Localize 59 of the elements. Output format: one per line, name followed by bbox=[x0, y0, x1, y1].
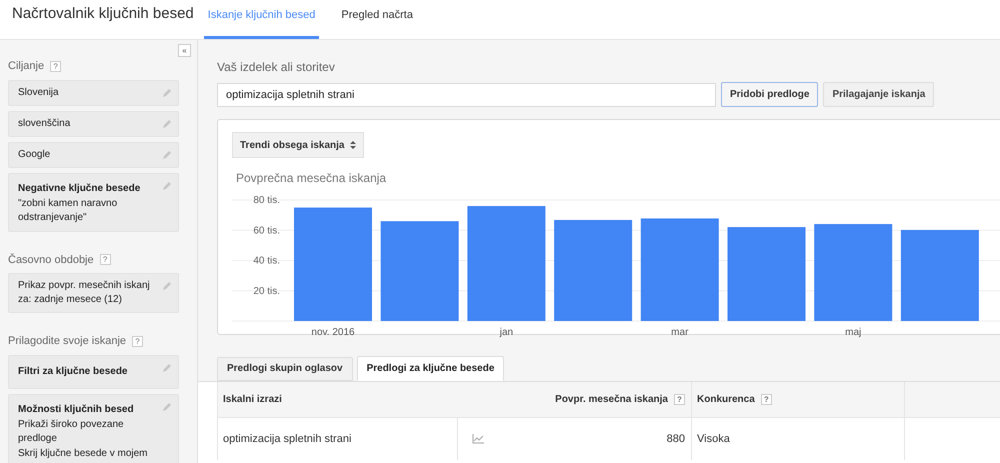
search-field[interactable]: optimizacija spletnih strani bbox=[217, 82, 716, 106]
x-tick-label: maj bbox=[845, 327, 862, 338]
suggest-button[interactable]: Pridobi predloge bbox=[721, 82, 818, 107]
customize-button[interactable]: Prilagajanje iskanja bbox=[823, 82, 934, 107]
column-header[interactable]: Konkurenca bbox=[697, 392, 755, 407]
sidebar-card[interactable]: Prikaz povpr. mesečnih iskanj za: zadnje mesece (12) bbox=[8, 273, 179, 313]
table-cell-text: 880 bbox=[666, 432, 685, 447]
sidebar-card[interactable]: Negativne ključne besede "zobni kamen naravno odstranjevanje" bbox=[8, 172, 179, 232]
section-heading: Časovno obdobje bbox=[8, 252, 94, 268]
table-cell: Visoka bbox=[691, 418, 904, 460]
help-icon[interactable]: ? bbox=[760, 394, 772, 405]
card-title: Filtri za ključne besede bbox=[18, 364, 128, 378]
pencil-icon[interactable] bbox=[162, 150, 172, 160]
card-text: Prikaži široko povezane predloge bbox=[18, 418, 125, 446]
result-tab[interactable]: Predlogi za ključne besede bbox=[356, 356, 504, 381]
y-tick-label: 40 tis. bbox=[253, 256, 280, 266]
sidebar-card[interactable]: slovenščina bbox=[8, 110, 179, 136]
collapse-button[interactable]: « bbox=[178, 44, 191, 57]
card-text: "zobni kamen naravno odstranjevanje" bbox=[18, 196, 118, 224]
x-tick-label: mar bbox=[671, 327, 688, 338]
section-heading: Ciljanje bbox=[8, 59, 44, 74]
field-label: Vaš izdelek ali storitev bbox=[217, 59, 336, 76]
app-title: Načrtovalnik ključnih besed bbox=[11, 4, 195, 24]
pencil-icon[interactable] bbox=[162, 180, 172, 190]
chart-title: Povprečna mesečna iskanja bbox=[236, 170, 388, 187]
help-icon[interactable]: ? bbox=[132, 336, 144, 347]
column-header[interactable]: Povpr. mesečna iskanja bbox=[555, 392, 668, 407]
y-tick-label: 80 tis. bbox=[253, 195, 280, 206]
card-text: Prikaz povpr. mesečnih iskanj za: zadnje mesece (12) bbox=[18, 279, 151, 307]
pencil-icon[interactable] bbox=[162, 118, 172, 128]
trend-chart-icon[interactable] bbox=[472, 434, 484, 444]
pencil-icon[interactable] bbox=[162, 402, 172, 412]
sidebar-card[interactable]: Slovenija bbox=[8, 80, 179, 106]
help-icon[interactable]: ? bbox=[674, 394, 685, 405]
sidebar-card[interactable]: Filtri za ključne besede bbox=[8, 354, 179, 388]
pencil-icon[interactable] bbox=[162, 88, 172, 98]
card-text: Skrij ključne besede v mojem bbox=[18, 446, 148, 460]
card-title: Negativne ključne besede bbox=[18, 182, 142, 196]
card-title: Možnosti ključnih besed bbox=[18, 402, 135, 416]
card-text: slovenščina bbox=[18, 116, 72, 130]
help-icon[interactable]: ? bbox=[50, 60, 62, 72]
metric-dropdown[interactable]: Trendi obsega iskanja bbox=[232, 132, 364, 158]
card-text: Slovenija bbox=[18, 86, 60, 100]
x-tick-label: jan bbox=[500, 327, 514, 338]
y-tick-label: 60 tis. bbox=[253, 225, 280, 236]
up-down-arrows-icon bbox=[350, 140, 356, 150]
card-text: Google bbox=[18, 148, 52, 162]
pencil-icon[interactable] bbox=[162, 281, 172, 291]
section-heading: Prilagodite svoje iskanje bbox=[8, 334, 126, 349]
sidebar-card[interactable]: Google bbox=[8, 142, 179, 168]
table-cell: optimizacija spletnih strani bbox=[218, 418, 458, 460]
column-header[interactable]: Iskalni izrazi bbox=[223, 392, 282, 407]
tab[interactable]: Pregled načrta bbox=[323, 6, 417, 39]
result-tab[interactable]: Predlogi skupin oglasov bbox=[217, 357, 353, 381]
help-icon[interactable]: ? bbox=[100, 254, 111, 266]
x-tick-label: nov. 2016 bbox=[311, 327, 355, 338]
pencil-icon[interactable] bbox=[162, 362, 172, 372]
y-tick-label: 20 tis. bbox=[253, 286, 280, 297]
sidebar-card[interactable]: Možnosti ključnih besed Prikaži široko povezane predloge Skrij ključne besede v mojem bbox=[8, 394, 179, 463]
